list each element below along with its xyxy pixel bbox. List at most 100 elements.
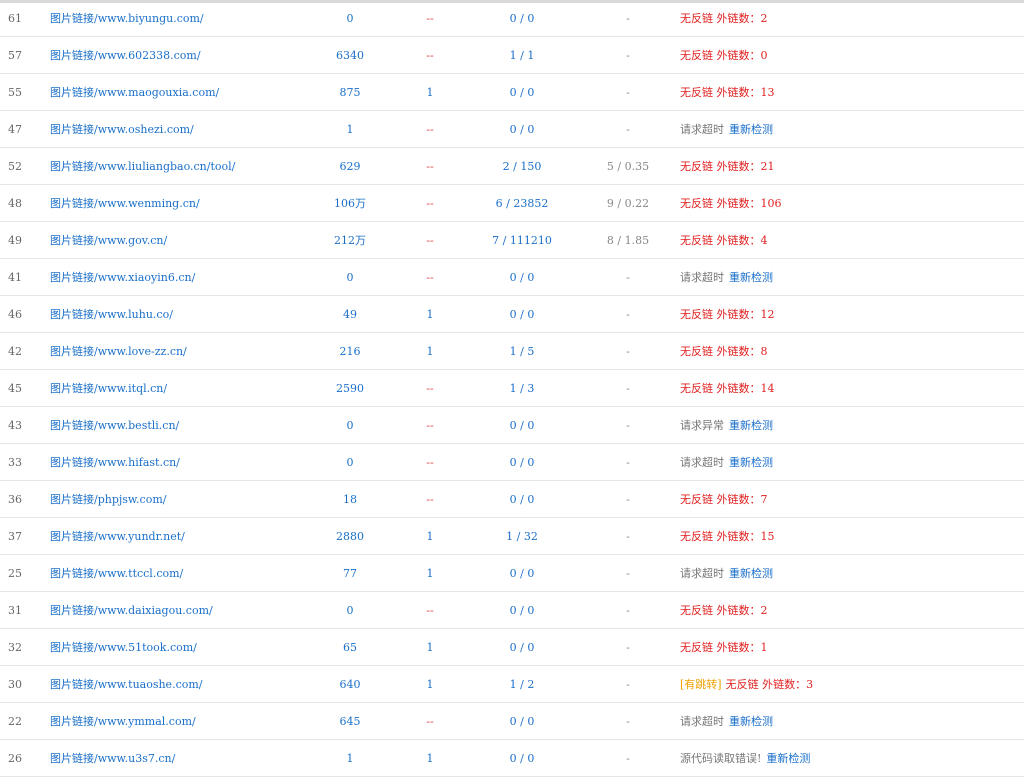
- pr-value: 49: [343, 307, 357, 321]
- link-url[interactable]: 图片链接/www.yundr.net/: [50, 518, 330, 554]
- br-value: --: [426, 159, 434, 173]
- rank-value: -: [626, 418, 630, 432]
- br-value: --: [426, 196, 434, 210]
- row-id: 45: [8, 381, 22, 395]
- rank-value: -: [626, 85, 630, 99]
- recheck-link[interactable]: 重新检测: [729, 565, 773, 581]
- link-results-table: 61 图片链接/www.biyungu.com/ 0 -- 0 / 0 - 无反…: [0, 0, 1024, 777]
- row-id: 30: [8, 677, 22, 691]
- pr-value: 0: [346, 455, 354, 469]
- br-value: --: [426, 270, 434, 284]
- status-text: 请求超时: [680, 456, 724, 469]
- link-url[interactable]: 图片链接/www.hifast.cn/: [50, 444, 330, 480]
- br-value: 1: [426, 85, 434, 99]
- external-links-value: 6 / 23852: [495, 196, 549, 210]
- table-row: 31 图片链接/www.daixiagou.com/ 0 -- 0 / 0 - …: [0, 592, 1024, 629]
- link-url[interactable]: 图片链接/www.gov.cn/: [50, 222, 330, 258]
- recheck-link[interactable]: 重新检测: [766, 750, 810, 766]
- link-url[interactable]: 图片链接/www.602338.com/: [50, 37, 330, 73]
- link-url[interactable]: 图片链接/www.51took.com/: [50, 629, 330, 665]
- row-id: 46: [8, 307, 22, 321]
- table-row: 45 图片链接/www.itql.cn/ 2590 -- 1 / 3 - 无反链…: [0, 370, 1024, 407]
- rank-value: -: [626, 270, 630, 284]
- table-row: 37 图片链接/www.yundr.net/ 2880 1 1 / 32 - 无…: [0, 518, 1024, 555]
- status-cell: 请求异常 重新检测: [680, 407, 1020, 443]
- br-value: --: [426, 714, 434, 728]
- link-url[interactable]: 图片链接/www.tuaoshe.com/: [50, 666, 330, 702]
- row-id: 41: [8, 270, 22, 284]
- recheck-link[interactable]: 重新检测: [729, 713, 773, 729]
- br-value: 1: [426, 677, 434, 691]
- external-links-value: 1 / 5: [509, 344, 535, 358]
- table-row: 30 图片链接/www.tuaoshe.com/ 640 1 1 / 2 - […: [0, 666, 1024, 703]
- br-value: --: [426, 122, 434, 136]
- external-links-value: 0 / 0: [509, 307, 535, 321]
- status-cell: 无反链 外链数：7: [680, 481, 1020, 517]
- link-url[interactable]: 图片链接/www.xiaoyin6.cn/: [50, 259, 330, 295]
- br-value: 1: [426, 529, 434, 543]
- external-links-value: 1 / 3: [509, 381, 535, 395]
- link-url[interactable]: 图片链接/www.liuliangbao.cn/tool/: [50, 148, 330, 184]
- link-url[interactable]: 图片链接/www.itql.cn/: [50, 370, 330, 406]
- status-text: 无反链 外链数：8: [680, 345, 768, 358]
- external-links-value: 0 / 0: [509, 85, 535, 99]
- br-value: --: [426, 418, 434, 432]
- br-value: --: [426, 455, 434, 469]
- row-id: 61: [8, 11, 22, 25]
- rank-value: -: [626, 640, 630, 654]
- pr-value: 0: [346, 603, 354, 617]
- pr-value: 106万: [334, 197, 366, 210]
- external-links-value: 0 / 0: [509, 566, 535, 580]
- link-url[interactable]: 图片链接/phpjsw.com/: [50, 481, 330, 517]
- recheck-link[interactable]: 重新检测: [729, 417, 773, 433]
- status-text: 请求超时: [680, 567, 724, 580]
- br-value: --: [426, 492, 434, 506]
- rank-value: -: [626, 344, 630, 358]
- external-links-value: 1 / 32: [506, 529, 538, 543]
- row-id: 25: [8, 566, 22, 580]
- recheck-link[interactable]: 重新检测: [729, 454, 773, 470]
- table-row: 36 图片链接/phpjsw.com/ 18 -- 0 / 0 - 无反链 外链…: [0, 481, 1024, 518]
- rank-value: -: [626, 751, 630, 765]
- status-text: 源代码读取错误!: [680, 752, 762, 765]
- table-row: 52 图片链接/www.liuliangbao.cn/tool/ 629 -- …: [0, 148, 1024, 185]
- rank-value: -: [626, 455, 630, 469]
- recheck-link[interactable]: 重新检测: [729, 121, 773, 137]
- link-url[interactable]: 图片链接/www.ttccl.com/: [50, 555, 330, 591]
- link-url[interactable]: 图片链接/www.oshezi.com/: [50, 111, 330, 147]
- row-id: 55: [8, 85, 22, 99]
- link-url[interactable]: 图片链接/www.luhu.co/: [50, 296, 330, 332]
- link-url[interactable]: 图片链接/www.love-zz.cn/: [50, 333, 330, 369]
- table-row: 33 图片链接/www.hifast.cn/ 0 -- 0 / 0 - 请求超时…: [0, 444, 1024, 481]
- br-value: --: [426, 48, 434, 62]
- row-id: 22: [8, 714, 22, 728]
- link-url[interactable]: 图片链接/www.maogouxia.com/: [50, 74, 330, 110]
- pr-value: 6340: [336, 48, 364, 62]
- link-url[interactable]: 图片链接/www.daixiagou.com/: [50, 592, 330, 628]
- br-value: 1: [426, 751, 434, 765]
- pr-value: 212万: [334, 234, 366, 247]
- link-url[interactable]: 图片链接/www.biyungu.com/: [50, 0, 330, 36]
- br-value: 1: [426, 307, 434, 321]
- table-row: 49 图片链接/www.gov.cn/ 212万 -- 7 / 111210 8…: [0, 222, 1024, 259]
- br-value: 1: [426, 344, 434, 358]
- table-row: 43 图片链接/www.bestli.cn/ 0 -- 0 / 0 - 请求异常…: [0, 407, 1024, 444]
- external-links-value: 0 / 0: [509, 492, 535, 506]
- br-value: --: [426, 381, 434, 395]
- rank-value: -: [626, 566, 630, 580]
- external-links-value: 0 / 0: [509, 122, 535, 136]
- external-links-value: 1 / 2: [509, 677, 535, 691]
- status-text: 无反链 外链数：12: [680, 308, 775, 321]
- row-id: 32: [8, 640, 22, 654]
- status-cell: 请求超时 重新检测: [680, 703, 1020, 739]
- link-url[interactable]: 图片链接/www.u3s7.cn/: [50, 740, 330, 776]
- link-url[interactable]: 图片链接/www.bestli.cn/: [50, 407, 330, 443]
- link-url[interactable]: 图片链接/www.ymmal.com/: [50, 703, 330, 739]
- status-cell: 无反链 外链数：1: [680, 629, 1020, 665]
- status-text: 请求异常: [680, 419, 724, 432]
- recheck-link[interactable]: 重新检测: [729, 269, 773, 285]
- pr-value: 0: [346, 418, 354, 432]
- status-text: 无反链 外链数：1: [680, 641, 768, 654]
- link-url[interactable]: 图片链接/www.wenming.cn/: [50, 185, 330, 221]
- pr-value: 1: [346, 122, 354, 136]
